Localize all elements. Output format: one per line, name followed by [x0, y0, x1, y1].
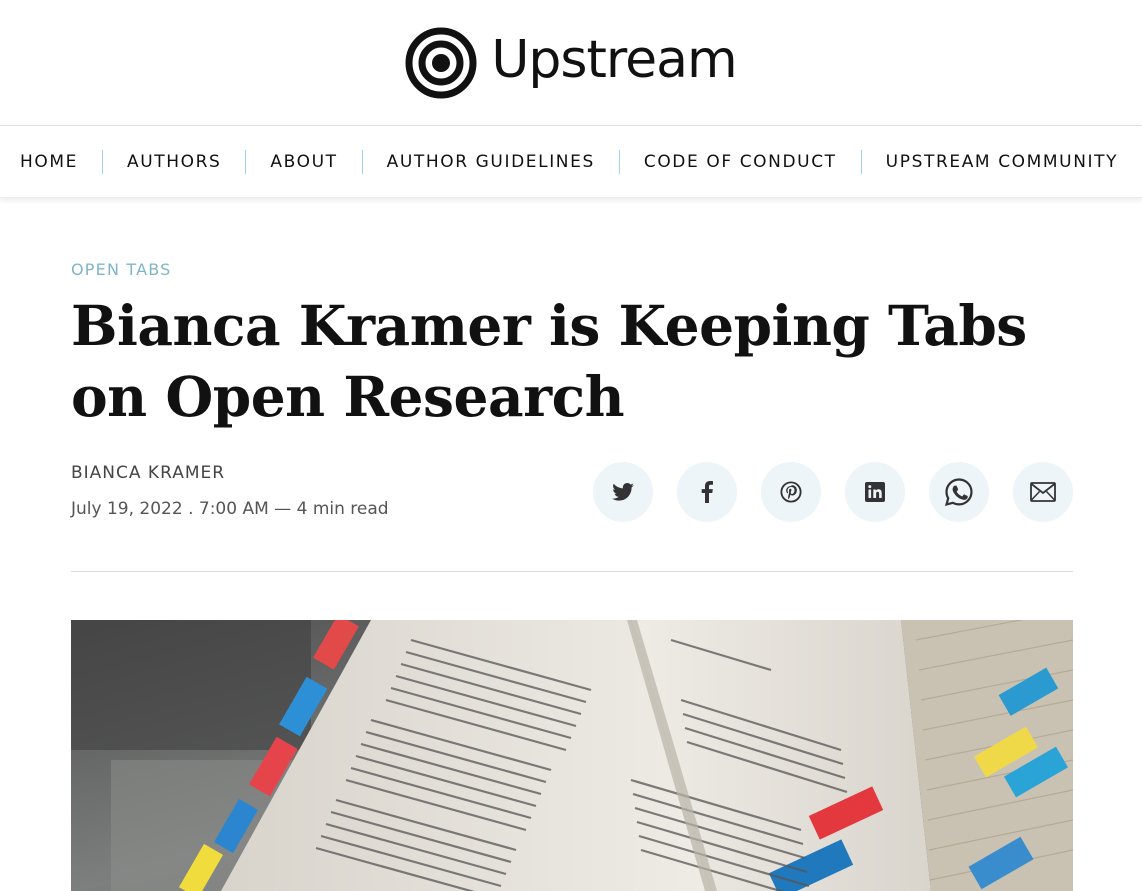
hero-image [71, 620, 1073, 891]
nav-separator [618, 149, 620, 174]
site-name: Upstream [491, 29, 737, 90]
nav-separator [860, 149, 862, 174]
article-title: Bianca Kramer is Keeping Tabs on Open Re… [71, 293, 1027, 429]
share-email-button[interactable] [1013, 462, 1073, 522]
share-whatsapp-button[interactable] [929, 462, 989, 522]
author-link[interactable]: BIANCA KRAMER [71, 463, 225, 483]
nav-separator [245, 149, 247, 174]
nav-home[interactable]: HOME [20, 152, 78, 172]
read-time: 4 min read [296, 499, 389, 519]
site-logo-link[interactable]: Upstream [405, 27, 738, 99]
nav-upstream-community[interactable]: UPSTREAM COMMUNITY [886, 152, 1118, 172]
nav-about[interactable]: ABOUT [270, 152, 337, 172]
facebook-icon [701, 481, 713, 503]
main-nav: HOME AUTHORS ABOUT AUTHOR GUIDELINES COD… [0, 126, 1142, 198]
share-pinterest-button[interactable] [761, 462, 821, 522]
nav-separator [101, 149, 103, 174]
share-facebook-button[interactable] [677, 462, 737, 522]
twitter-icon [612, 483, 634, 501]
email-icon [1030, 482, 1056, 502]
share-twitter-button[interactable] [593, 462, 653, 522]
site-header: Upstream [0, 0, 1142, 126]
pinterest-icon [780, 481, 802, 503]
whatsapp-icon [944, 477, 974, 507]
nav-author-guidelines[interactable]: AUTHOR GUIDELINES [387, 152, 595, 172]
publish-date: July 19, 2022 . 7:00 AM [71, 499, 269, 519]
nav-separator [361, 149, 363, 174]
nav-code-of-conduct[interactable]: CODE OF CONDUCT [644, 152, 837, 172]
share-bar [593, 462, 1073, 522]
header-divider [71, 571, 1073, 572]
article-meta: July 19, 2022 . 7:00 AM — 4 min read [71, 499, 389, 519]
upstream-logo-icon [405, 27, 477, 99]
article-tag-link[interactable]: OPEN TABS [71, 260, 172, 279]
linkedin-icon [865, 482, 885, 502]
share-linkedin-button[interactable] [845, 462, 905, 522]
nav-authors[interactable]: AUTHORS [127, 152, 221, 172]
